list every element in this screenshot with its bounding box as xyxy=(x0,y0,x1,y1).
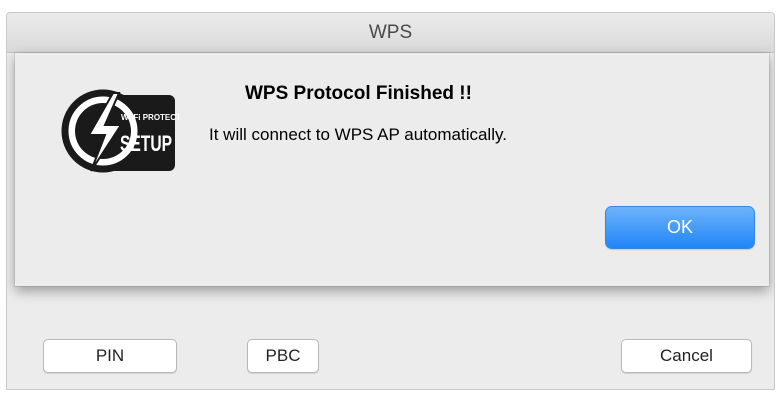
dialog-message: It will connect to WPS AP automatically. xyxy=(209,125,507,144)
dialog-heading: WPS Protocol Finished !! xyxy=(245,83,472,104)
wps-logo-icon: Wi-Fi PROTECTED SETUP xyxy=(59,73,192,191)
cancel-button[interactable]: Cancel xyxy=(621,339,752,373)
window-title: WPS xyxy=(368,21,413,43)
wps-finished-dialog: Wi-Fi PROTECTED SETUP WPS Protocol Finis… xyxy=(15,53,769,286)
logo-text-top: Wi-Fi PROTECTED xyxy=(121,113,179,122)
wps-window: WPS Wi-Fi PROTECTED SETUP WPS Protocol F… xyxy=(6,12,775,390)
pbc-button[interactable]: PBC xyxy=(247,339,319,373)
ok-button[interactable]: OK xyxy=(605,206,755,249)
logo-text-main: SETUP xyxy=(120,131,172,156)
title-bar[interactable]: WPS xyxy=(7,13,774,53)
pin-button[interactable]: PIN xyxy=(43,339,177,373)
